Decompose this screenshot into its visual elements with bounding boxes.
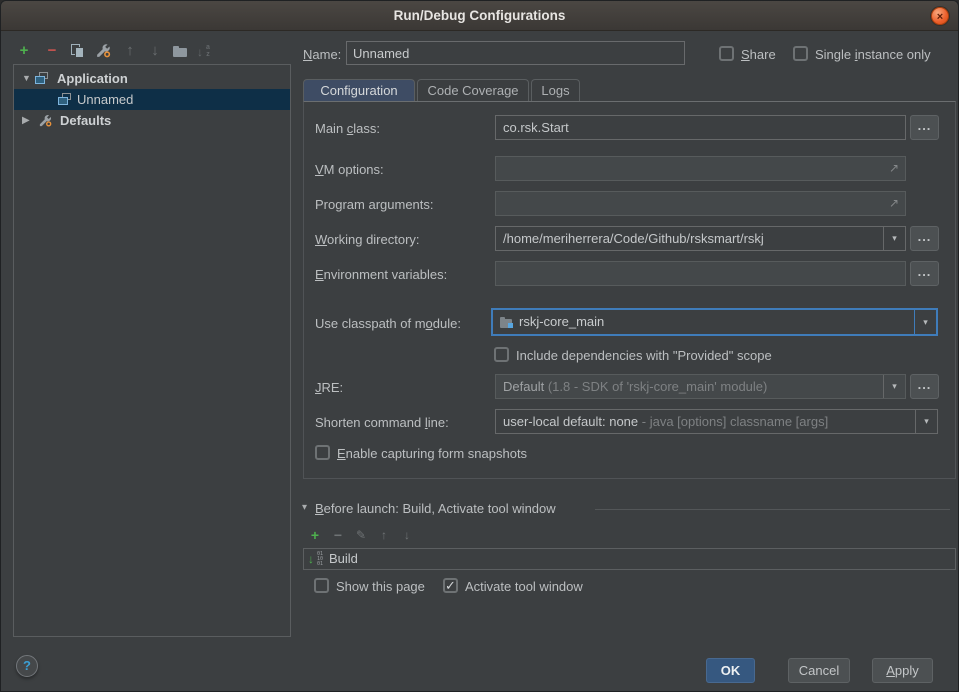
expand-field-icon[interactable]: ↗ (889, 193, 899, 214)
defaults-wrench-icon (38, 113, 53, 134)
working-directory-dropdown-icon[interactable]: ▾ (883, 227, 905, 250)
jre-hint: (1.8 - SDK of 'rskj-core_main' module) (548, 379, 768, 394)
tab-logs[interactable]: Logs (531, 79, 580, 102)
ok-button[interactable]: OK (706, 658, 755, 683)
working-directory-combobox[interactable]: /home/meriherrera/Code/Github/rsksmart/r… (495, 226, 906, 251)
close-button[interactable]: × (931, 7, 949, 25)
working-directory-value: /home/meriherrera/Code/Github/rsksmart/r… (503, 231, 764, 246)
module-icon (500, 317, 514, 328)
activate-tool-window-label: Activate tool window (465, 579, 583, 594)
jre-value: Default (503, 379, 544, 394)
capture-snapshots-checkbox[interactable] (315, 445, 330, 460)
tree-item-application[interactable]: ▼ Application (14, 68, 290, 89)
remove-configuration-icon[interactable]: − (43, 42, 61, 60)
before-launch-add-icon[interactable]: + (307, 527, 323, 543)
show-this-page-checkbox[interactable] (314, 578, 329, 593)
before-launch-remove-icon[interactable]: − (330, 527, 346, 543)
edit-defaults-wrench-icon[interactable] (94, 42, 112, 60)
environment-variables-input[interactable] (495, 261, 906, 286)
before-launch-title: Before launch: Build, Activate tool wind… (315, 501, 556, 516)
before-launch-task-list[interactable]: 011001 ↓ Build (303, 548, 956, 570)
configurations-tree: ▼ Application Unnamed ▶ Defaults (13, 64, 291, 637)
apply-button[interactable]: Apply (872, 658, 933, 683)
vm-options-input[interactable]: ↗ (495, 156, 906, 181)
shorten-hint: - java [options] classname [args] (642, 414, 828, 429)
tree-expanded-icon[interactable]: ▼ (22, 68, 31, 89)
tab-configuration[interactable]: Configuration (303, 79, 415, 102)
use-classpath-dropdown-icon[interactable]: ▾ (914, 310, 936, 334)
show-this-page-label: Show this page (336, 579, 425, 594)
environment-variables-label: Environment variables: (315, 267, 447, 282)
include-provided-checkbox[interactable] (494, 347, 509, 362)
use-classpath-label: Use classpath of module: (315, 316, 461, 331)
shorten-command-line-combobox[interactable]: user-local default: none - java [options… (495, 409, 938, 434)
before-launch-divider (595, 509, 950, 510)
tree-item-label: Application (57, 68, 128, 89)
activate-tool-window-checkbox[interactable]: ✓ (443, 578, 458, 593)
share-label: Share (741, 47, 776, 62)
move-up-icon[interactable]: ↑ (121, 42, 139, 60)
capture-snapshots-label: Enable capturing form snapshots (337, 446, 527, 461)
before-launch-collapse-icon[interactable]: ▾ (302, 502, 307, 513)
cancel-button[interactable]: Cancel (788, 658, 850, 683)
close-icon: × (937, 11, 943, 23)
working-directory-browse-button[interactable]: ... (910, 226, 939, 251)
expand-field-icon[interactable]: ↗ (889, 158, 899, 179)
tree-item-label: Unnamed (77, 89, 133, 110)
help-button[interactable]: ? (16, 655, 38, 677)
shorten-command-line-label: Shorten command line: (315, 415, 449, 430)
move-down-icon[interactable]: ↓ (146, 42, 164, 60)
vm-options-label: VM options: (315, 162, 384, 177)
titlebar[interactable]: Run/Debug Configurations × (1, 1, 958, 31)
use-classpath-combobox[interactable]: rskj-core_main ▾ (491, 308, 938, 336)
share-checkbox[interactable] (719, 46, 734, 61)
run-debug-configurations-dialog: Run/Debug Configurations × + − ↑ ↓ ↓ az … (0, 0, 959, 692)
before-launch-move-up-icon[interactable]: ↑ (376, 527, 392, 543)
name-input[interactable] (346, 41, 685, 65)
environment-variables-browse-button[interactable]: ... (910, 261, 939, 286)
use-classpath-value: rskj-core_main (519, 310, 604, 334)
jre-browse-button[interactable]: ... (910, 374, 939, 399)
name-label: Name: (303, 47, 341, 62)
working-directory-label: Working directory: (315, 232, 420, 247)
tree-collapsed-icon[interactable]: ▶ (22, 110, 30, 131)
single-instance-checkbox[interactable] (793, 46, 808, 61)
build-task-icon: 011001 ↓ (310, 552, 326, 567)
shorten-value: user-local default: none (503, 414, 638, 429)
main-class-browse-button[interactable]: ... (910, 115, 939, 140)
before-launch-edit-icon[interactable]: ✎ (353, 527, 369, 543)
jre-combobox[interactable]: Default (1.8 - SDK of 'rskj-core_main' m… (495, 374, 906, 399)
jre-dropdown-icon[interactable]: ▾ (883, 375, 905, 398)
application-type-icon (35, 72, 51, 86)
tree-item-label: Defaults (60, 110, 111, 131)
jre-label: JRE: (315, 380, 343, 395)
application-type-icon (58, 93, 74, 107)
window-title: Run/Debug Configurations (1, 1, 958, 30)
shorten-dropdown-icon[interactable]: ▾ (915, 410, 937, 433)
tree-item-unnamed[interactable]: Unnamed (14, 89, 290, 110)
single-instance-label: Single instance only (815, 47, 931, 62)
include-provided-label: Include dependencies with "Provided" sco… (516, 348, 772, 363)
before-launch-move-down-icon[interactable]: ↓ (399, 527, 415, 543)
main-class-label: Main class: (315, 121, 380, 136)
tab-code-coverage[interactable]: Code Coverage (417, 79, 529, 102)
program-arguments-input[interactable]: ↗ (495, 191, 906, 216)
tree-item-defaults[interactable]: ▶ Defaults (14, 110, 290, 131)
program-arguments-label: Program arguments: (315, 197, 434, 212)
build-task-label: Build (329, 549, 358, 569)
main-class-input[interactable]: co.rsk.Start (495, 115, 906, 140)
help-icon: ? (23, 658, 31, 673)
add-configuration-icon[interactable]: + (15, 42, 33, 60)
